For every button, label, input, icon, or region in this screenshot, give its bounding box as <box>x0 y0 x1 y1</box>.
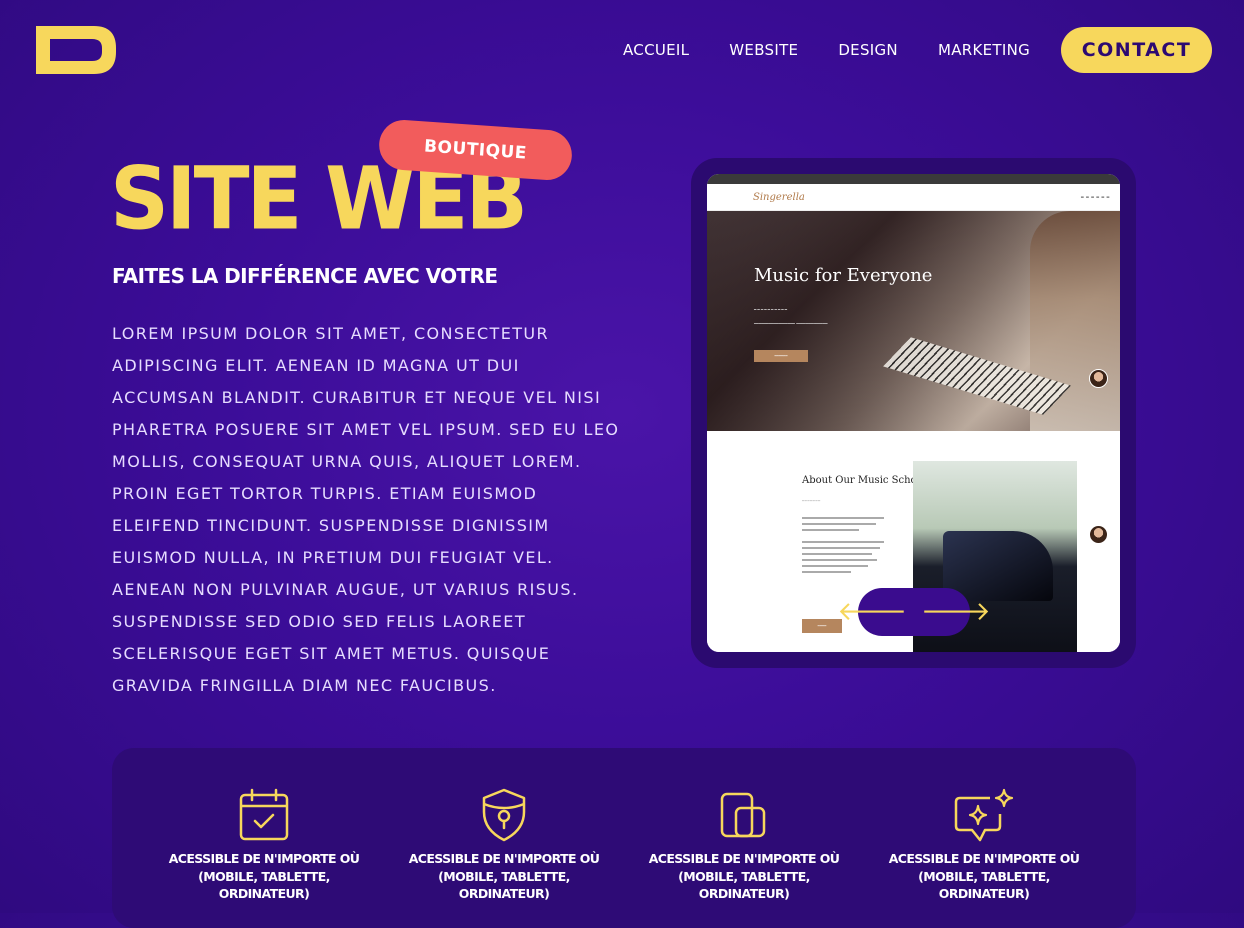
preview-about-button: ━━━━ <box>802 619 842 633</box>
preview-menu: ▬ ▬ ▬ ▬ ▬ ▬ <box>1080 195 1110 199</box>
preview-brand: Singerella <box>753 191 805 203</box>
feature-text: ACESSIBLE DE N'IMPORTE OÙ (MOBILE, TABLE… <box>168 851 360 901</box>
preview-hero-kicker: ━━━━━━━━━━ <box>754 307 789 312</box>
feature-item: ACESSIBLE DE N'IMPORTE OÙ (MOBILE, TABLE… <box>164 788 364 903</box>
feature-item: ACESSIBLE DE N'IMPORTE OÙ (MOBILE, TABLE… <box>644 788 844 903</box>
preview-hero-image: Music for Everyone ━━━━━━━━━━ ━━━━━━━━━━… <box>707 211 1120 431</box>
preview-hero-desc: ━━━━━━━━━━━━━━━━━ ━━━━━━━━━━━━━ <box>754 321 828 326</box>
nav-item-marketing[interactable]: MARKETING <box>938 40 1030 60</box>
nav-item-accueil[interactable]: ACCUEIL <box>623 40 689 60</box>
feature-item: ACESSIBLE DE N'IMPORTE OÙ (MOBILE, TABLE… <box>404 788 604 903</box>
nav-item-design[interactable]: DESIGN <box>838 40 898 60</box>
carousel-arrows: 🡐 🡒 <box>837 588 991 636</box>
preview-site-header: Singerella ▬ ▬ ▬ ▬ ▬ ▬ <box>707 184 1120 211</box>
arrow-right-icon[interactable]: 🡒 <box>921 599 991 625</box>
website-preview-carousel: Singerella ▬ ▬ ▬ ▬ ▬ ▬ Music for Everyon… <box>691 158 1136 668</box>
d-logo-icon[interactable] <box>36 26 116 74</box>
preview-hero-heading: Music for Everyone <box>754 265 933 286</box>
preview-top-strip <box>707 174 1120 184</box>
feature-text: ACESSIBLE DE N'IMPORTE OÙ (MOBILE, TABLE… <box>648 851 840 901</box>
preview-about-heading: About Our Music School <box>802 475 926 486</box>
calendar-check-icon <box>239 788 289 841</box>
preview-about-kicker: ━━━━━━━ <box>802 499 821 503</box>
contact-button[interactable]: CONTACT <box>1061 27 1212 73</box>
avatar <box>1089 525 1108 544</box>
devices-icon <box>720 792 766 838</box>
features-panel: ACESSIBLE DE N'IMPORTE OÙ (MOBILE, TABLE… <box>112 748 1136 928</box>
feature-item: ACESSIBLE DE N'IMPORTE OÙ (MOBILE, TABLE… <box>884 788 1084 903</box>
feature-text: ACESSIBLE DE N'IMPORTE OÙ (MOBILE, TABLE… <box>888 851 1080 901</box>
avatar <box>1089 369 1108 388</box>
main-nav: ACCUEIL WEBSITE DESIGN MARKETING <box>623 40 1070 60</box>
hero-subtitle: FAITES LA DIFFÉRENCE AVEC VOTRE <box>112 264 498 288</box>
preview-grand-piano <box>943 531 1053 601</box>
preview-about-text <box>802 517 884 577</box>
preview-hero-button: ━━━━━━ <box>754 350 808 362</box>
nav-item-website[interactable]: WEBSITE <box>729 40 798 60</box>
shield-lock-icon <box>482 788 526 842</box>
feature-text: ACESSIBLE DE N'IMPORTE OÙ (MOBILE, TABLE… <box>408 851 600 901</box>
hero-body-text: Lorem ipsum dolor sit amet, consectetur … <box>112 324 620 695</box>
website-preview-screenshot: Singerella ▬ ▬ ▬ ▬ ▬ ▬ Music for Everyon… <box>707 174 1120 652</box>
chat-sparkle-icon <box>954 788 1014 842</box>
arrow-left-icon[interactable]: 🡐 <box>837 599 907 625</box>
